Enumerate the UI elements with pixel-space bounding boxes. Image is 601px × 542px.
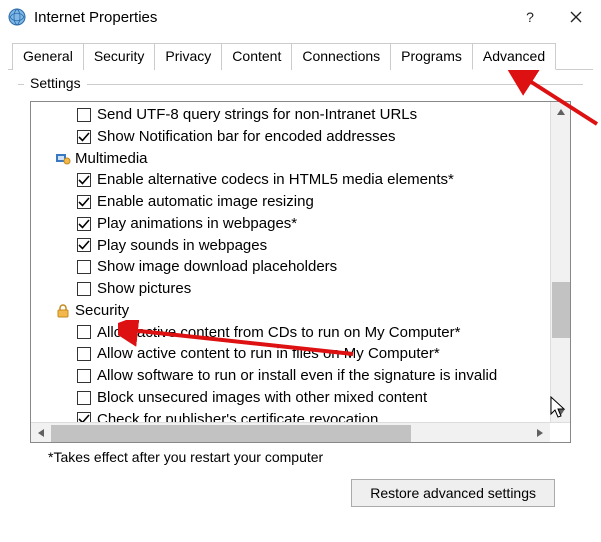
checkbox[interactable] [77, 260, 91, 274]
setting-label: Show pictures [97, 278, 191, 300]
app-icon [8, 8, 26, 26]
help-button[interactable]: ? [507, 0, 553, 34]
close-button[interactable] [553, 0, 599, 34]
restore-advanced-settings-button[interactable]: Restore advanced settings [351, 479, 555, 507]
setting-label: Enable automatic image resizing [97, 191, 314, 213]
setting-item[interactable]: Play animations in webpages* [37, 213, 570, 235]
tab-security[interactable]: Security [83, 43, 156, 70]
setting-label: Show image download placeholders [97, 256, 337, 278]
checkbox[interactable] [77, 108, 91, 122]
scroll-up-arrow-icon[interactable] [551, 102, 570, 122]
vertical-scrollbar[interactable] [550, 102, 570, 422]
setting-item[interactable]: Show image download placeholders [37, 256, 570, 278]
setting-item[interactable]: Allow software to run or install even if… [37, 365, 570, 387]
category-label: Multimedia [75, 148, 148, 170]
setting-item[interactable]: Show pictures [37, 278, 570, 300]
setting-label: Allow active content from CDs to run on … [97, 322, 460, 344]
security-icon [55, 303, 71, 319]
settings-listview[interactable]: Send UTF-8 query strings for non-Intrane… [30, 101, 571, 443]
tab-general[interactable]: General [12, 43, 84, 70]
category-multimedia: Multimedia [37, 148, 570, 170]
setting-label: Allow active content to run in files on … [97, 343, 440, 365]
tab-connections[interactable]: Connections [291, 43, 391, 70]
restart-note: *Takes effect after you restart your com… [48, 449, 553, 465]
multimedia-icon [55, 150, 71, 166]
titlebar: Internet Properties ? [0, 0, 601, 34]
setting-item[interactable]: Play sounds in webpages [37, 235, 570, 257]
setting-label: Block unsecured images with other mixed … [97, 387, 427, 409]
checkbox[interactable] [77, 369, 91, 383]
setting-label: Enable alternative codecs in HTML5 media… [97, 169, 454, 191]
setting-item[interactable]: Block unsecured images with other mixed … [37, 387, 570, 409]
tab-programs[interactable]: Programs [390, 43, 473, 70]
horizontal-scrollbar[interactable] [31, 422, 570, 442]
checkbox[interactable] [77, 238, 91, 252]
category-security: Security [37, 300, 570, 322]
tab-privacy[interactable]: Privacy [154, 43, 222, 70]
checkbox[interactable] [77, 282, 91, 296]
checkbox[interactable] [77, 325, 91, 339]
tabstrip: GeneralSecurityPrivacyContentConnections… [0, 42, 601, 69]
setting-item[interactable]: Allow active content from CDs to run on … [37, 322, 570, 344]
setting-item[interactable]: Show Notification bar for encoded addres… [37, 126, 570, 148]
checkbox[interactable] [77, 347, 91, 361]
scroll-down-arrow-icon[interactable] [551, 402, 570, 422]
settings-group: Settings Send UTF-8 query strings for no… [18, 84, 583, 507]
setting-item[interactable]: Send UTF-8 query strings for non-Intrane… [37, 104, 570, 126]
checkbox[interactable] [77, 391, 91, 405]
window-title: Internet Properties [34, 9, 507, 26]
tab-content[interactable]: Content [221, 43, 292, 70]
svg-text:?: ? [526, 11, 534, 23]
setting-label: Play animations in webpages* [97, 213, 297, 235]
vertical-scroll-thumb[interactable] [552, 282, 570, 338]
settings-group-label: Settings [24, 75, 87, 91]
tab-advanced[interactable]: Advanced [472, 43, 556, 70]
setting-item[interactable]: Enable alternative codecs in HTML5 media… [37, 169, 570, 191]
scroll-left-arrow-icon[interactable] [31, 423, 51, 443]
setting-item[interactable]: Allow active content to run in files on … [37, 343, 570, 365]
category-label: Security [75, 300, 129, 322]
setting-label: Show Notification bar for encoded addres… [97, 126, 396, 148]
checkbox[interactable] [77, 130, 91, 144]
horizontal-scroll-thumb[interactable] [51, 425, 411, 442]
checkbox[interactable] [77, 195, 91, 209]
checkbox[interactable] [77, 173, 91, 187]
scroll-right-arrow-icon[interactable] [530, 423, 550, 443]
setting-label: Play sounds in webpages [97, 235, 267, 257]
setting-label: Send UTF-8 query strings for non-Intrane… [97, 104, 417, 126]
setting-label: Allow software to run or install even if… [97, 365, 497, 387]
setting-item[interactable]: Enable automatic image resizing [37, 191, 570, 213]
checkbox[interactable] [77, 217, 91, 231]
